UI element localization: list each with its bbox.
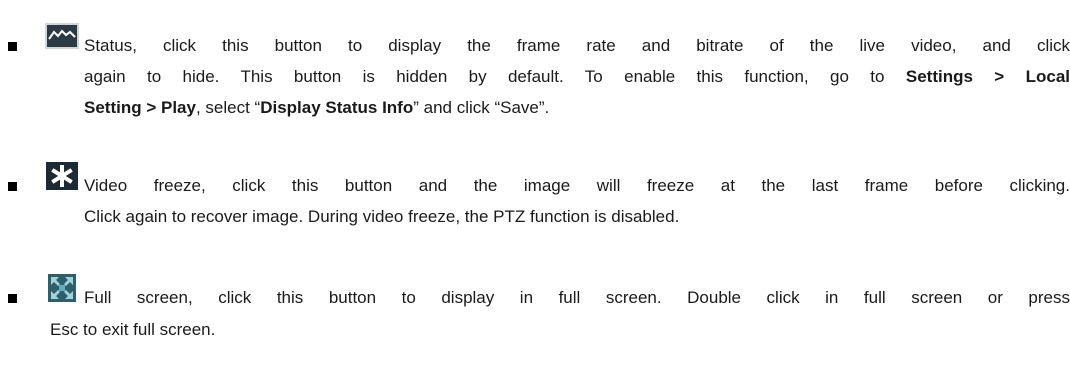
bullet-icon (8, 182, 17, 191)
settings-local-path: Settings > Local (905, 67, 1070, 86)
select-text: , select “ (195, 98, 261, 117)
freeze-line-1: Video freeze, click this button and the … (84, 176, 1070, 195)
fullscreen-line-1: Full screen, click this button to displa… (84, 288, 1070, 307)
bullet-icon (8, 42, 17, 51)
fullscreen-arrows-icon[interactable] (48, 274, 76, 302)
status-line-2-text: again to hide. This button is hidden by … (84, 67, 906, 86)
freeze-asterisk-icon[interactable] (46, 162, 78, 190)
fullscreen-line-2: Esc to exit full screen. (50, 320, 216, 339)
display-status-info-option: Display Status Info (260, 98, 414, 117)
status-chart-icon[interactable] (45, 23, 79, 49)
status-line-1: Status, click this button to display the… (84, 36, 1070, 55)
freeze-line-2: Click again to recover image. During vid… (84, 207, 680, 226)
status-line-2: again to hide. This button is hidden by … (84, 66, 1070, 88)
status-line-3: Setting > Play, select “Display Status I… (84, 97, 549, 119)
bullet-icon (8, 294, 17, 303)
setting-play-path: Setting > Play (84, 98, 196, 117)
save-text: ” and click “Save”. (413, 98, 550, 117)
